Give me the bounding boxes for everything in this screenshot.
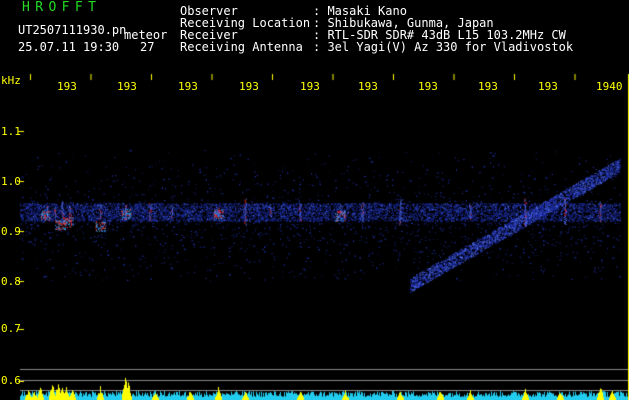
x-tick-2: 193 <box>117 80 137 93</box>
y-tick-0-6: 0.6 <box>1 374 21 387</box>
x-tick-8: 193 <box>478 80 498 93</box>
spectrogram-canvas <box>0 0 629 400</box>
y-tick-0-7: 0.7 <box>1 322 21 335</box>
app-title: HROFFT <box>22 0 102 15</box>
info-value-antenna: : 3el Yagi(V) Az 330 for Vladivostok <box>313 40 574 54</box>
x-tick-10: 1940 <box>596 80 623 93</box>
y-tick-0-9: 0.9 <box>1 225 21 238</box>
y-axis-unit: kHz <box>1 74 21 87</box>
y-tick-0-8: 0.8 <box>1 275 21 288</box>
x-tick-7: 193 <box>418 80 438 93</box>
x-tick-3: 193 <box>178 80 198 93</box>
file-name: UT2507111930.pn <box>18 23 127 37</box>
info-key-antenna: Receiving Antenna <box>180 40 303 54</box>
x-tick-1: 193 <box>57 80 77 93</box>
x-tick-9: 193 <box>538 80 558 93</box>
x-tick-6: 193 <box>358 80 378 93</box>
date-time: 25.07.11 19:30 <box>18 40 120 54</box>
y-tick-1-0: 1.0 <box>1 175 21 188</box>
x-tick-4: 193 <box>239 80 259 93</box>
x-tick-5: 193 <box>300 80 320 93</box>
y-tick-1-1: 1.1 <box>1 125 21 138</box>
meteor-count: 27 <box>140 40 155 54</box>
